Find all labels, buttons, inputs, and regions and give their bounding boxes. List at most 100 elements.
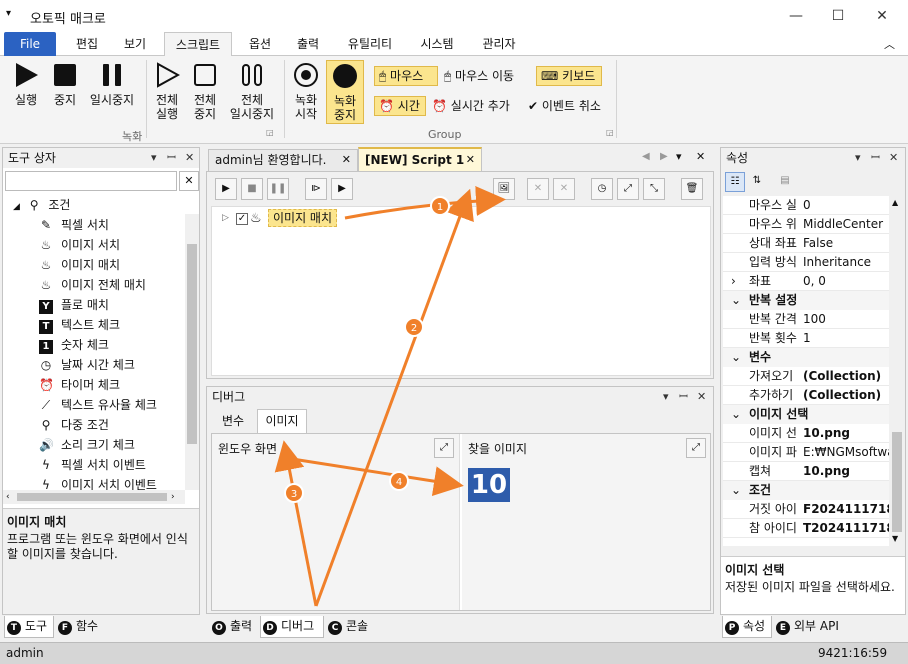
script-node-image-match[interactable]: 이미지 매치: [268, 209, 338, 227]
property-row[interactable]: 참 아이디 T2024111718170: [723, 519, 889, 538]
tool-item-image-full-match[interactable]: ♨ 이미지 전체 매치: [39, 275, 146, 295]
horizontal-scrollbar[interactable]: ‹ ›: [3, 490, 185, 504]
collapse-icon[interactable]: ⌄: [731, 291, 741, 309]
expand-icon[interactable]: ›: [731, 272, 736, 290]
property-row[interactable]: 반복 횟수 1: [723, 329, 889, 348]
property-value[interactable]: 0, 0: [803, 272, 889, 290]
property-value[interactable]: MiddleCenter: [803, 215, 889, 233]
find-image-expand-button[interactable]: ⤢: [686, 438, 706, 458]
menu-view[interactable]: 보기: [112, 32, 158, 56]
mouse-move-toggle[interactable]: 🖱 마우스 이동: [444, 66, 514, 86]
property-value[interactable]: (Collection): [803, 386, 889, 404]
pin-icon[interactable]: ꟷ: [871, 148, 880, 168]
close-all-icon[interactable]: ✕: [696, 150, 705, 163]
script-canvas[interactable]: ▷ ✓ ♨ 이미지 매치: [211, 206, 711, 376]
timer-button[interactable]: ◷: [591, 178, 613, 200]
group-expand-icon[interactable]: ◲: [606, 128, 614, 137]
tab-debug[interactable]: D 디버그: [260, 616, 324, 638]
tool-item-volume-check[interactable]: 🔊 소리 크기 체크: [39, 435, 135, 455]
collapse-icon[interactable]: ⌄: [731, 348, 741, 366]
property-value[interactable]: E:₩NGMsoftwa: [803, 443, 889, 461]
property-value[interactable]: T2024111718170: [803, 519, 889, 537]
property-row[interactable]: 입력 방식 Inheritance: [723, 253, 889, 272]
menu-edit[interactable]: 편집: [64, 32, 110, 56]
all-run-button[interactable]: 전체 실행: [148, 62, 186, 121]
trash-button[interactable]: 🗑: [681, 178, 703, 200]
node-expand-icon[interactable]: ▷: [222, 213, 229, 223]
menu-admin[interactable]: 관리자: [472, 32, 526, 56]
property-row[interactable]: 가져오기 (Collection): [723, 367, 889, 386]
expand-all-button[interactable]: ⤢: [617, 178, 639, 200]
keyboard-toggle[interactable]: ⌨ 키보드: [536, 66, 602, 86]
property-row[interactable]: 캡쳐 10.png: [723, 462, 889, 481]
stop-button[interactable]: 중지: [48, 62, 82, 107]
time-toggle[interactable]: ⏰ 시간: [374, 96, 426, 116]
tab-output[interactable]: O 출력: [210, 616, 260, 638]
property-value[interactable]: Inheritance: [803, 253, 889, 271]
property-category[interactable]: ⌄ 변수: [723, 348, 889, 367]
tool-item-multi-condition[interactable]: ⚲ 다중 조건: [39, 415, 109, 435]
property-pages-button[interactable]: ▤: [775, 172, 795, 192]
property-value[interactable]: 1: [803, 329, 889, 347]
tool-item-text-check[interactable]: T 텍스트 체크: [39, 315, 120, 335]
debug-tab-image[interactable]: 이미지: [257, 409, 307, 433]
property-row[interactable]: 추가하기 (Collection): [723, 386, 889, 405]
property-value[interactable]: False: [803, 234, 889, 252]
run-button[interactable]: 실행: [6, 62, 46, 107]
tool-item-timer-check[interactable]: ⏰ 타이머 체크: [39, 375, 120, 395]
stop-script-button[interactable]: ■: [241, 178, 263, 200]
property-row[interactable]: 상대 좌표 False: [723, 234, 889, 253]
vertical-scrollbar[interactable]: [185, 214, 199, 490]
property-value[interactable]: 10.png: [803, 424, 889, 442]
delete-all-button[interactable]: ✕: [553, 178, 575, 200]
property-value[interactable]: 0: [803, 196, 889, 214]
rec-start-button[interactable]: 녹화 시작: [288, 62, 324, 121]
property-row[interactable]: 마우스 실 0: [723, 196, 889, 215]
step-button[interactable]: ⧐: [305, 178, 327, 200]
close-tab-icon[interactable]: ✕: [342, 150, 351, 170]
property-category[interactable]: ⌄ 반복 설정: [723, 291, 889, 310]
debug-tab-variables[interactable]: 변수: [211, 411, 255, 433]
collapse-icon[interactable]: ⌄: [731, 481, 741, 499]
rec-stop-button[interactable]: 녹화 중지: [326, 60, 364, 124]
category-condition[interactable]: ◢ ⚲ 조건: [13, 195, 70, 215]
editor-tab-script1[interactable]: [NEW] Script 1 ✕: [358, 147, 482, 171]
all-stop-button[interactable]: 전체 중지: [188, 62, 222, 121]
close-icon[interactable]: ✕: [889, 148, 898, 168]
tab-external-api[interactable]: E 외부 API: [774, 616, 854, 638]
tool-item-pixel-search-event[interactable]: ϟ 픽셀 서치 이벤트: [39, 455, 146, 475]
maximize-button[interactable]: ☐: [828, 6, 848, 26]
property-row[interactable]: 마우스 위 MiddleCenter: [723, 215, 889, 234]
property-value[interactable]: 100: [803, 310, 889, 328]
tool-item-number-check[interactable]: 1 숫자 체크: [39, 335, 109, 355]
minimize-button[interactable]: —: [786, 6, 806, 26]
pin-icon[interactable]: ꟷ: [167, 148, 176, 168]
tab-tools[interactable]: T 도구: [4, 616, 54, 638]
tab-scroll-left-icon[interactable]: ◀: [642, 151, 650, 162]
tool-item-text-similarity-check[interactable]: ⟋ 텍스트 유사율 체크: [39, 395, 157, 415]
property-value[interactable]: 10.png: [803, 462, 889, 480]
property-value[interactable]: F2024111718170: [803, 500, 889, 518]
toolbox-search-input[interactable]: [5, 171, 177, 191]
close-tab-icon[interactable]: ✕: [466, 149, 475, 171]
props-scrollbar[interactable]: ▲ ▼: [889, 196, 905, 546]
tool-item-image-search[interactable]: ♨ 이미지 서치: [39, 235, 120, 255]
step-into-button[interactable]: ▶: [331, 178, 353, 200]
tool-item-datetime-check[interactable]: ◷ 날짜 시간 체크: [39, 355, 135, 375]
property-row[interactable]: › 좌표 0, 0: [723, 272, 889, 291]
collapse-icon[interactable]: ⌄: [731, 405, 741, 423]
collapse-all-button[interactable]: ⤡: [643, 178, 665, 200]
property-row[interactable]: 거짓 아이 F2024111718170: [723, 500, 889, 519]
property-category[interactable]: ⌄ 조건: [723, 481, 889, 500]
node-checkbox[interactable]: ✓: [236, 213, 248, 225]
scroll-thumb[interactable]: [187, 244, 197, 444]
menu-options[interactable]: 옵션: [238, 32, 282, 56]
menu-system[interactable]: 시스템: [410, 32, 464, 56]
tool-item-pixel-search[interactable]: ✎ 픽셀 서치: [39, 215, 109, 235]
close-icon[interactable]: ✕: [185, 148, 194, 168]
all-pause-button[interactable]: 전체 일시중지: [224, 62, 280, 121]
menu-file[interactable]: File: [4, 32, 56, 56]
tab-list-icon[interactable]: ▾: [676, 150, 682, 163]
tab-properties[interactable]: P 속성: [722, 616, 772, 638]
menu-script[interactable]: 스크립트: [164, 32, 232, 57]
